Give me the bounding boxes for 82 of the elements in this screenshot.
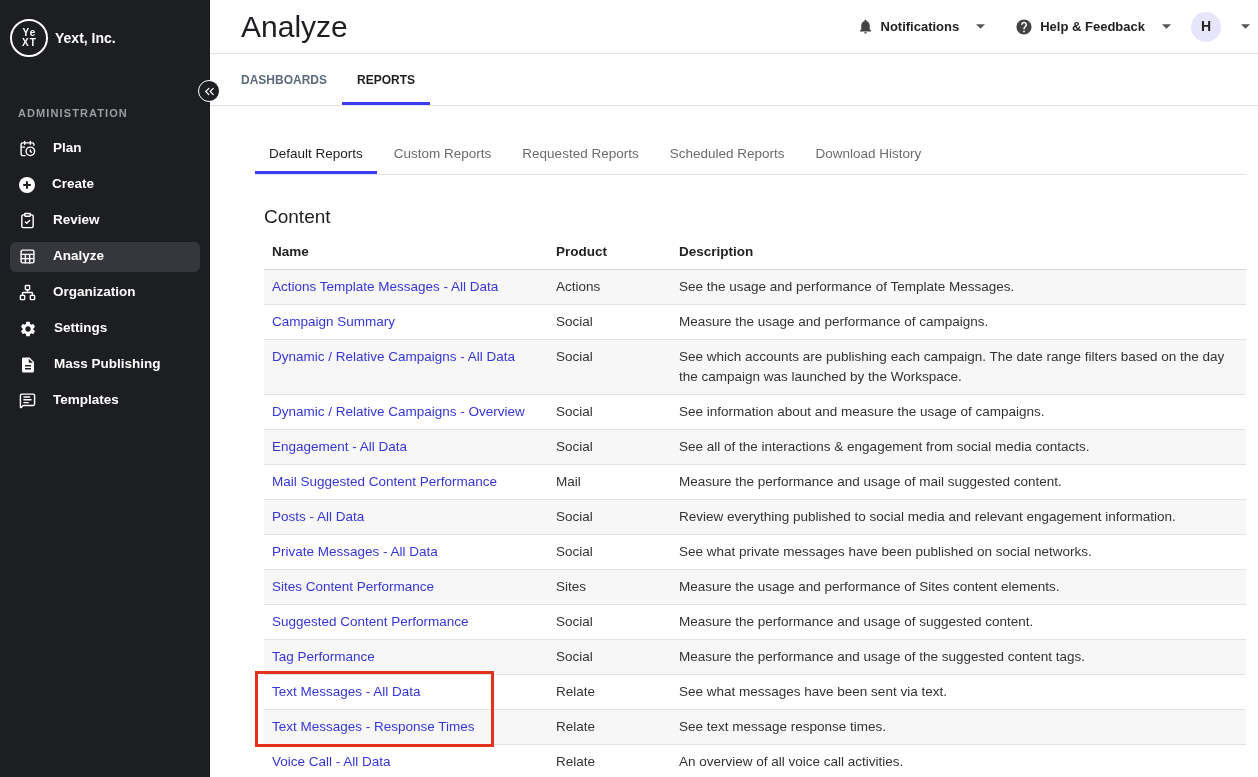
avatar: H bbox=[1191, 11, 1221, 42]
column-header: Description bbox=[679, 242, 754, 261]
report-link[interactable]: Text Messages - Response Times bbox=[272, 719, 475, 734]
report-link[interactable]: Private Messages - All Data bbox=[272, 544, 438, 559]
help-button[interactable]: Help & Feedback bbox=[1015, 16, 1171, 37]
section-title: Content bbox=[264, 205, 332, 229]
report-description: Measure the performance and usage of suggested content. bbox=[679, 614, 1034, 629]
report-link[interactable]: Posts - All Data bbox=[272, 509, 365, 524]
report-description: Measure the usage and performance of Sites content elements. bbox=[679, 579, 1060, 594]
report-description: Measure the performance and usage of mail suggested content. bbox=[679, 474, 1062, 489]
logo-icon: Ye XT bbox=[10, 19, 48, 57]
report-description: See text message response times. bbox=[679, 719, 887, 734]
nav-item[interactable]: Analyze bbox=[10, 241, 200, 272]
hierarchy-icon bbox=[19, 284, 36, 301]
calendar-clock-icon bbox=[19, 140, 36, 157]
product-name: Relate bbox=[556, 684, 596, 699]
report-description: See which accounts are publishing each campaign. The date range filters based on the day the campaign was launched by the Workspace. bbox=[679, 349, 1225, 384]
message-icon bbox=[19, 392, 36, 409]
report-tab[interactable]: Download History bbox=[801, 140, 936, 174]
clipboard-check-icon bbox=[19, 212, 36, 229]
report-description: Measure the usage and performance of campaigns. bbox=[679, 314, 989, 329]
report-link[interactable]: Voice Call - All Data bbox=[272, 754, 391, 769]
report-link[interactable]: Tag Performance bbox=[272, 649, 375, 664]
page-title: Analyze bbox=[241, 11, 348, 42]
report-link[interactable]: Mail Suggested Content Performance bbox=[272, 474, 498, 489]
account-button[interactable]: H bbox=[1191, 11, 1250, 42]
table-icon bbox=[19, 248, 36, 265]
caret-icon bbox=[1162, 24, 1171, 29]
nav-item[interactable]: Settings bbox=[10, 313, 200, 344]
product-name: Social bbox=[556, 649, 593, 664]
nav-tab[interactable]: REPORTS bbox=[342, 54, 431, 105]
settings-icon bbox=[19, 319, 37, 338]
collapse-button[interactable] bbox=[198, 80, 220, 102]
product-name: Mail bbox=[556, 474, 581, 489]
nav-item[interactable]: Organization bbox=[10, 277, 200, 308]
report-description: Review everything published to social media and relevant engagement information. bbox=[679, 509, 1176, 524]
report-link[interactable]: Dynamic / Relative Campaigns - Overview bbox=[272, 404, 525, 419]
report-description: See the usage and performance of Template Messages. bbox=[679, 279, 1015, 294]
report-tab[interactable]: Default Reports bbox=[255, 140, 377, 174]
product-name: Social bbox=[556, 509, 593, 524]
report-description: An overview of all voice call activities. bbox=[679, 754, 904, 769]
product-name: Social bbox=[556, 349, 593, 364]
document-icon bbox=[19, 355, 37, 374]
report-link[interactable]: Actions Template Messages - All Data bbox=[272, 279, 499, 294]
section-label: ADMINISTRATION bbox=[18, 106, 129, 121]
report-description: See what private messages have been published on social networks. bbox=[679, 544, 1092, 559]
report-description: See all of the interactions & engagement from social media contacts. bbox=[679, 439, 1090, 454]
org-name: Yext, Inc. bbox=[55, 28, 116, 48]
nav-item[interactable]: Review bbox=[10, 205, 200, 236]
product-name: Relate bbox=[556, 719, 596, 734]
report-link[interactable]: Text Messages - All Data bbox=[272, 684, 421, 699]
nav-item[interactable]: Templates bbox=[10, 385, 200, 416]
notifications-button[interactable]: Notifications bbox=[856, 16, 986, 37]
report-link[interactable]: Dynamic / Relative Campaigns - All Data bbox=[272, 349, 516, 364]
column-header: Product bbox=[556, 242, 607, 261]
report-link[interactable]: Sites Content Performance bbox=[272, 579, 435, 594]
report-link[interactable]: Engagement - All Data bbox=[272, 439, 408, 454]
caret-icon bbox=[1241, 24, 1250, 29]
product-name: Sites bbox=[556, 579, 586, 594]
report-description: See information about and measure the usage of campaigns. bbox=[679, 404, 1045, 419]
product-name: Relate bbox=[556, 754, 596, 769]
product-name: Social bbox=[556, 439, 593, 454]
product-name: Social bbox=[556, 614, 593, 629]
product-name: Social bbox=[556, 314, 593, 329]
nav-item[interactable]: Plan bbox=[10, 133, 200, 164]
plus-circle-icon bbox=[19, 176, 35, 193]
help-icon bbox=[1015, 17, 1034, 36]
nav-item[interactable]: Create bbox=[10, 169, 200, 200]
product-name: Social bbox=[556, 544, 593, 559]
report-link[interactable]: Campaign Summary bbox=[272, 314, 396, 329]
report-tab[interactable]: Scheduled Reports bbox=[655, 140, 799, 174]
nav-tab[interactable]: DASHBOARDS bbox=[226, 54, 342, 105]
product-name: Actions bbox=[556, 279, 601, 294]
caret-icon bbox=[976, 24, 986, 29]
report-description: Measure the performance and usage of the suggested content tags. bbox=[679, 649, 1085, 664]
report-tab[interactable]: Requested Reports bbox=[508, 140, 653, 174]
product-name: Social bbox=[556, 404, 593, 419]
report-description: See what messages have been sent via text. bbox=[679, 684, 947, 699]
column-header: Name bbox=[272, 242, 309, 261]
report-tab[interactable]: Custom Reports bbox=[379, 140, 506, 174]
nav-item[interactable]: Mass Publishing bbox=[10, 349, 200, 380]
report-link[interactable]: Suggested Content Performance bbox=[272, 614, 469, 629]
